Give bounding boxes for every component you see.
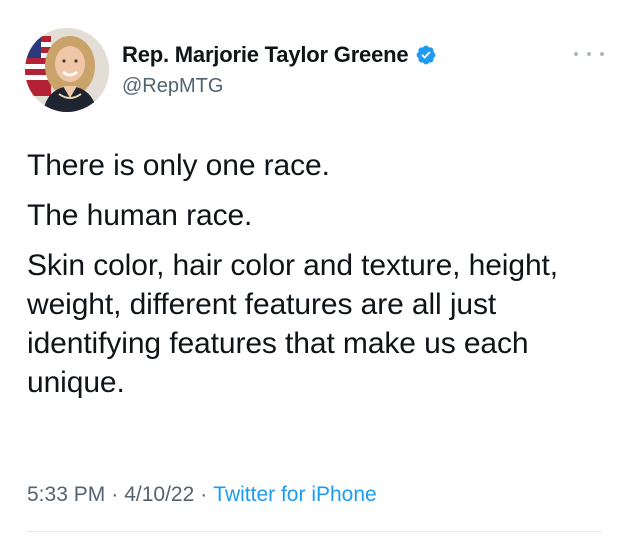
author-handle[interactable]: @RepMTG	[122, 75, 223, 98]
more-options-icon-dot	[600, 52, 604, 56]
tweet-metadata: 5:33 PM · 4/10/22 · Twitter for iPhone	[27, 483, 377, 507]
tweet-time[interactable]: 5:33 PM	[27, 483, 105, 506]
more-options-button[interactable]	[574, 46, 604, 62]
profile-photo-icon	[25, 28, 109, 112]
tweet-text: There is only one race. The human race. …	[27, 146, 607, 413]
tweet-paragraph: There is only one race.	[27, 149, 330, 182]
more-options-icon	[574, 52, 578, 56]
avatar[interactable]	[25, 28, 109, 112]
author-name-row: Rep. Marjorie Taylor Greene	[122, 42, 437, 68]
divider	[27, 531, 602, 532]
tweet-date[interactable]: 4/10/22	[124, 483, 194, 506]
meta-separator: ·	[200, 483, 208, 506]
tweet-paragraph: The human race.	[27, 199, 253, 232]
meta-separator: ·	[111, 483, 119, 506]
verified-badge-icon	[417, 45, 436, 65]
tweet-paragraph: Skin color, hair color and texture, heig…	[27, 249, 558, 399]
author-display-name[interactable]: Rep. Marjorie Taylor Greene	[122, 42, 409, 68]
tweet-source-link[interactable]: Twitter for iPhone	[213, 483, 376, 506]
tweet: Rep. Marjorie Taylor Greene @RepMTG Ther…	[0, 0, 629, 539]
more-options-icon-dot	[587, 52, 591, 56]
